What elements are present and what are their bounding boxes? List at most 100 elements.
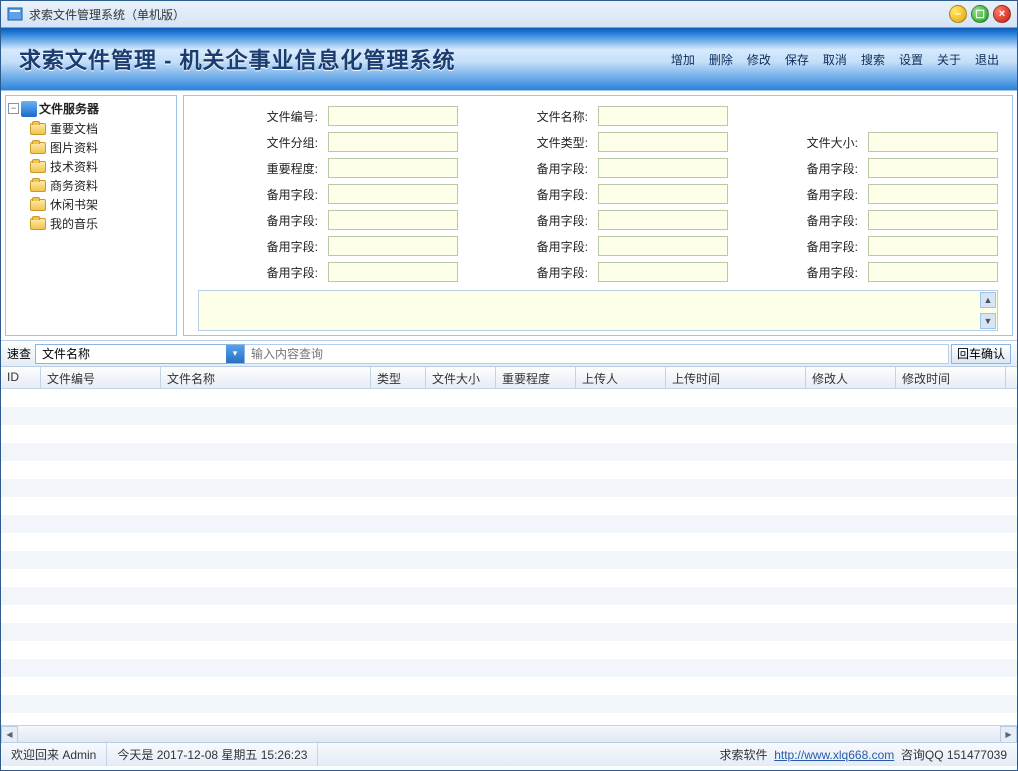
- tree-item-label: 图片资料: [50, 139, 98, 156]
- tree-root-label: 文件服务器: [39, 100, 99, 117]
- quick-search-input[interactable]: [245, 344, 949, 364]
- form-label: 备用字段: [468, 186, 588, 203]
- form-label: 备用字段: [468, 160, 588, 177]
- tree-item-label: 我的音乐: [50, 215, 98, 232]
- combo-value: 文件名称: [42, 345, 90, 362]
- form-label: 文件编号: [198, 108, 318, 125]
- server-icon: [21, 101, 37, 117]
- form-input-备用字段[interactable]: [328, 262, 458, 282]
- folder-icon: [30, 180, 46, 192]
- quick-search-bar: 速查 文件名称 ▾ 回车确认: [1, 341, 1017, 367]
- tree-item-label: 技术资料: [50, 158, 98, 175]
- table-row: [1, 695, 1017, 713]
- scroll-left-icon[interactable]: ◀: [1, 726, 18, 743]
- form-input-备用字段[interactable]: [598, 210, 728, 230]
- folder-icon: [30, 142, 46, 154]
- table-row: [1, 479, 1017, 497]
- tree-item[interactable]: 技术资料: [30, 157, 174, 176]
- main-menu: 增加删除修改保存取消搜索设置关于退出: [671, 51, 999, 68]
- form-input-备用字段[interactable]: [328, 236, 458, 256]
- maximize-button[interactable]: ☐: [971, 5, 989, 23]
- menu-增加[interactable]: 增加: [671, 51, 695, 68]
- form-input-文件编号[interactable]: [328, 106, 458, 126]
- table-row: [1, 443, 1017, 461]
- menu-设置[interactable]: 设置: [899, 51, 923, 68]
- form-input-文件名称[interactable]: [598, 106, 728, 126]
- quick-label: 速查: [7, 345, 31, 362]
- column-header[interactable]: 修改人: [806, 367, 896, 388]
- column-header[interactable]: 文件编号: [41, 367, 161, 388]
- menu-取消[interactable]: 取消: [823, 51, 847, 68]
- column-header[interactable]: 重要程度: [496, 367, 576, 388]
- form-label: 备用字段: [738, 264, 858, 281]
- form-input-文件类型[interactable]: [598, 132, 728, 152]
- close-button[interactable]: ×: [993, 5, 1011, 23]
- column-header[interactable]: 修改时间: [896, 367, 1006, 388]
- form-label: 备用字段: [738, 160, 858, 177]
- form-panel: 文件编号文件名称文件分组文件类型文件大小重要程度备用字段备用字段备用字段备用字段…: [183, 95, 1013, 336]
- status-url[interactable]: http://www.xlq668.com: [774, 748, 894, 762]
- column-header[interactable]: ID: [1, 367, 41, 388]
- tree-root[interactable]: − 文件服务器: [8, 100, 174, 117]
- form-label: 备用字段: [468, 212, 588, 229]
- table-row: [1, 533, 1017, 551]
- tree-item-label: 商务资料: [50, 177, 98, 194]
- form-input-备用字段[interactable]: [868, 184, 998, 204]
- form-input-备用字段[interactable]: [868, 236, 998, 256]
- app-title: 求索文件管理 - 机关企事业信息化管理系统: [19, 43, 456, 75]
- form-input-备用字段[interactable]: [598, 236, 728, 256]
- menu-搜索[interactable]: 搜索: [861, 51, 885, 68]
- tree-item[interactable]: 休闲书架: [30, 195, 174, 214]
- form-input-备用字段[interactable]: [868, 262, 998, 282]
- scroll-up-icon[interactable]: ▲: [980, 292, 996, 308]
- notes-textarea[interactable]: ▲ ▼: [198, 290, 998, 331]
- form-label: 备用字段: [738, 212, 858, 229]
- menu-关于[interactable]: 关于: [937, 51, 961, 68]
- scroll-down-icon[interactable]: ▼: [980, 313, 996, 329]
- form-input-备用字段[interactable]: [868, 158, 998, 178]
- enter-confirm-button[interactable]: 回车确认: [951, 344, 1011, 364]
- menu-退出[interactable]: 退出: [975, 51, 999, 68]
- app-icon: [7, 6, 23, 22]
- form-input-备用字段[interactable]: [598, 184, 728, 204]
- horizontal-scrollbar[interactable]: ◀ ▶: [1, 725, 1017, 742]
- tree-item[interactable]: 重要文档: [30, 119, 174, 138]
- form-input-备用字段[interactable]: [328, 184, 458, 204]
- menu-修改[interactable]: 修改: [747, 51, 771, 68]
- status-welcome: 欢迎回来 Admin: [1, 743, 107, 766]
- column-header[interactable]: 文件大小: [426, 367, 496, 388]
- tree-item[interactable]: 商务资料: [30, 176, 174, 195]
- form-input-备用字段[interactable]: [868, 210, 998, 230]
- column-header[interactable]: 类型: [371, 367, 426, 388]
- collapse-icon[interactable]: −: [8, 103, 19, 114]
- menu-删除[interactable]: 删除: [709, 51, 733, 68]
- chevron-down-icon[interactable]: ▾: [226, 345, 244, 363]
- form-label: 重要程度: [198, 160, 318, 177]
- form-input-重要程度[interactable]: [328, 158, 458, 178]
- form-input-备用字段[interactable]: [598, 158, 728, 178]
- table-row: [1, 551, 1017, 569]
- form-input-备用字段[interactable]: [328, 210, 458, 230]
- form-input-文件大小[interactable]: [868, 132, 998, 152]
- status-qq: 咨询QQ 151477039: [901, 746, 1007, 763]
- tree-item[interactable]: 我的音乐: [30, 214, 174, 233]
- form-label: 备用字段: [738, 186, 858, 203]
- column-header[interactable]: 上传时间: [666, 367, 806, 388]
- scroll-right-icon[interactable]: ▶: [1000, 726, 1017, 743]
- menu-保存[interactable]: 保存: [785, 51, 809, 68]
- quick-field-combo[interactable]: 文件名称 ▾: [35, 344, 245, 364]
- form-input-文件分组[interactable]: [328, 132, 458, 152]
- form-label: 文件名称: [468, 108, 588, 125]
- form-input-备用字段[interactable]: [598, 262, 728, 282]
- folder-icon: [30, 161, 46, 173]
- tree-item[interactable]: 图片资料: [30, 138, 174, 157]
- column-header[interactable]: 上传人: [576, 367, 666, 388]
- minimize-button[interactable]: –: [949, 5, 967, 23]
- table-row: [1, 587, 1017, 605]
- form-label: 备用字段: [468, 238, 588, 255]
- column-header[interactable]: 文件名称: [161, 367, 371, 388]
- header-banner: 求索文件管理 - 机关企事业信息化管理系统 增加删除修改保存取消搜索设置关于退出: [1, 27, 1017, 91]
- form-label: 备用字段: [198, 212, 318, 229]
- form-label: 文件类型: [468, 134, 588, 151]
- titlebar: 求索文件管理系统（单机版） – ☐ ×: [1, 1, 1017, 27]
